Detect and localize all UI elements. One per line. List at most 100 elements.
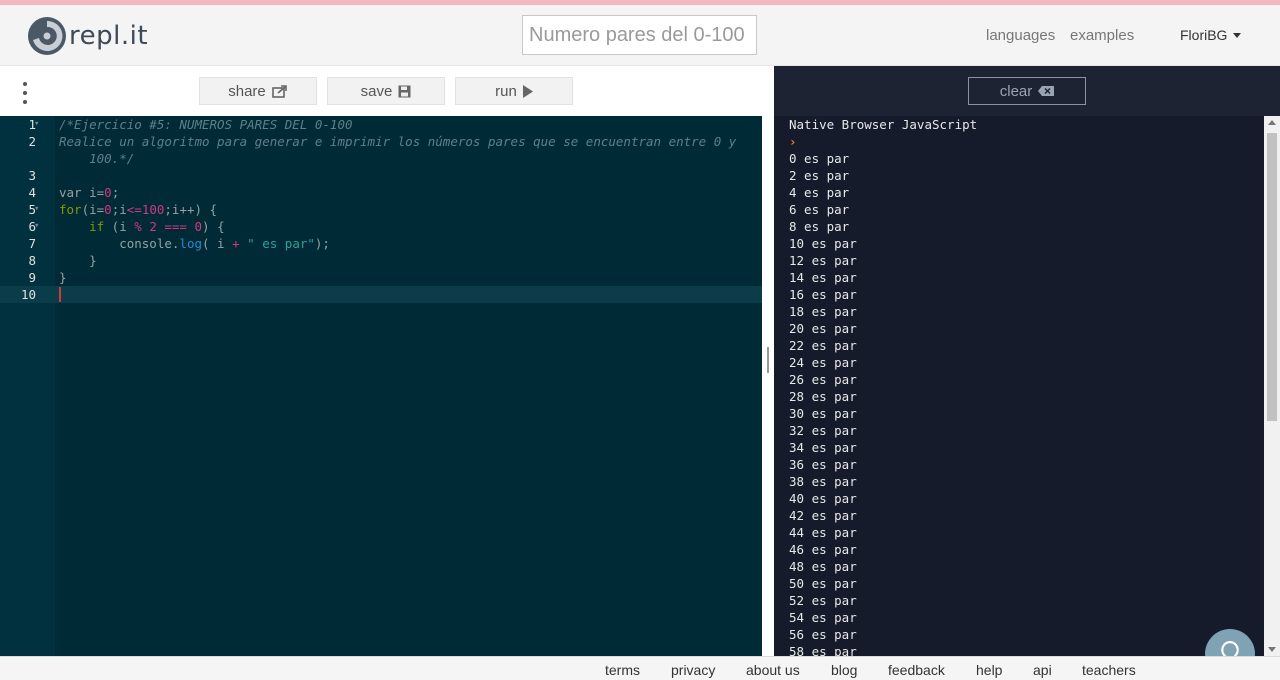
code-line-wrap: 100.*/	[0, 150, 762, 167]
logo-text: repl.it	[69, 21, 149, 51]
repl-title-input[interactable]	[522, 15, 757, 55]
line-number: 3	[28, 168, 36, 183]
console-output-line: 20 es par	[789, 321, 857, 336]
code-line: 3	[0, 167, 762, 184]
code-text: }	[59, 253, 97, 268]
line-number: 10	[20, 287, 36, 302]
console-output-line: 0 es par	[789, 151, 850, 166]
console-scrollbar[interactable]	[1264, 116, 1280, 656]
console-output-line: 24 es par	[789, 355, 857, 370]
scroll-thumb[interactable]	[1267, 133, 1277, 421]
console-output-line: 2 es par	[789, 168, 850, 183]
run-label: run	[495, 82, 517, 100]
nav-examples-link[interactable]: examples	[1070, 27, 1134, 44]
code-line: 7 console.log( i + " es par");	[0, 235, 762, 252]
console-output-line: 46 es par	[789, 542, 857, 557]
pane-resize-handle[interactable]	[762, 66, 774, 656]
save-button[interactable]: save	[327, 77, 445, 105]
code-text: }	[59, 270, 67, 285]
scroll-up-arrow-icon[interactable]	[1268, 120, 1276, 125]
clear-label: clear	[999, 82, 1033, 100]
console-output-line: 48 es par	[789, 559, 857, 574]
run-button[interactable]: run	[455, 77, 573, 105]
backspace-icon	[1038, 86, 1055, 96]
share-icon	[271, 85, 287, 98]
chevron-down-icon	[1233, 32, 1242, 38]
user-menu[interactable]: FloriBG	[1180, 27, 1242, 43]
console-output-line: 50 es par	[789, 576, 857, 591]
footer-terms-link[interactable]: terms	[605, 662, 640, 678]
line-number: 5	[28, 202, 36, 217]
code-text: var i=0;	[59, 185, 120, 200]
header: repl.it languages examples FloriBG	[0, 5, 1280, 66]
console-output-line: 14 es par	[789, 270, 857, 285]
code-line: 6 ▾ if (i % 2 === 0) {	[0, 218, 762, 235]
line-number: 2	[28, 134, 36, 149]
console-output-line: 58 es par	[789, 644, 857, 656]
share-button[interactable]: share	[199, 77, 317, 105]
console-prompt-icon: ›	[789, 134, 797, 149]
console-output[interactable]: Native Browser JavaScript › 0 es par 2 es…	[774, 116, 1280, 656]
footer-about-link[interactable]: about us	[746, 662, 800, 678]
footer: terms privacy about us blog feedback hel…	[0, 656, 1280, 680]
footer-teachers-link[interactable]: teachers	[1082, 662, 1136, 678]
logo[interactable]: repl.it	[27, 15, 148, 57]
console-output-line: 54 es par	[789, 610, 857, 625]
floppy-disk-icon	[398, 85, 411, 97]
code-line: 1 ▾ /*Ejercicio #5: NUMEROS PARES DEL 0-…	[0, 116, 762, 133]
console-output-line: 36 es par	[789, 457, 857, 472]
clear-button[interactable]: clear	[968, 77, 1086, 105]
share-label: share	[228, 82, 266, 100]
footer-privacy-link[interactable]: privacy	[671, 662, 715, 678]
code-line: 5 ▾ for(i=0;i<=100;i++) {	[0, 201, 762, 218]
save-label: save	[360, 82, 393, 100]
line-number: 4	[28, 185, 36, 200]
console-output-line: 34 es par	[789, 440, 857, 455]
console-output-line: 44 es par	[789, 525, 857, 540]
play-icon	[522, 84, 533, 98]
console-output-line: 38 es par	[789, 474, 857, 489]
code-text: for(i=0;i<=100;i++) {	[59, 202, 218, 217]
text-cursor	[59, 287, 61, 302]
footer-help-link[interactable]: help	[976, 662, 1002, 678]
nav-languages-link[interactable]: languages	[986, 27, 1055, 44]
console-output-line: 12 es par	[789, 253, 857, 268]
console-output-line: 16 es par	[789, 287, 857, 302]
code-text: if (i % 2 === 0) {	[59, 219, 225, 234]
footer-feedback-link[interactable]: feedback	[888, 662, 945, 678]
code-text: /*Ejercicio #5: NUMEROS PARES DEL 0-100	[59, 117, 353, 132]
more-options-icon[interactable]	[18, 80, 32, 104]
console-output-line: 22 es par	[789, 338, 857, 353]
fold-arrow-icon[interactable]: ▾	[34, 116, 39, 133]
code-line: 8 }	[0, 252, 762, 269]
resize-grip-icon	[767, 347, 769, 373]
footer-blog-link[interactable]: blog	[831, 662, 857, 678]
console-output-line: 26 es par	[789, 372, 857, 387]
console-output-line: 18 es par	[789, 304, 857, 319]
active-code-line: 10	[0, 286, 762, 303]
console-pane: clear Native Browser JavaScript › 0 es p…	[774, 66, 1280, 656]
console-output-line: 6 es par	[789, 202, 850, 217]
fold-arrow-icon[interactable]: ▾	[34, 218, 39, 235]
console-output-line: 40 es par	[789, 491, 857, 506]
user-name: FloriBG	[1180, 27, 1228, 43]
code-text: console.log( i + " es par");	[59, 236, 330, 251]
fold-arrow-icon[interactable]: ▾	[34, 201, 39, 218]
code-line: 4 var i=0;	[0, 184, 762, 201]
code-line: 9 }	[0, 269, 762, 286]
console-output-line: 28 es par	[789, 389, 857, 404]
console-output-line: 10 es par	[789, 236, 857, 251]
line-number: 1	[28, 117, 36, 132]
code-text: 100.*/	[59, 151, 135, 166]
console-output-line: 32 es par	[789, 423, 857, 438]
scroll-down-arrow-icon[interactable]	[1268, 647, 1276, 652]
code-editor[interactable]: 1 ▾ /*Ejercicio #5: NUMEROS PARES DEL 0-…	[0, 116, 762, 656]
footer-api-link[interactable]: api	[1033, 662, 1052, 678]
console-output-line: 30 es par	[789, 406, 857, 421]
editor-pane: share save run 1 ▾ /*Ejercicio #5: NUMER…	[0, 66, 762, 656]
console-output-line: 56 es par	[789, 627, 857, 642]
console-output-line: 8 es par	[789, 219, 850, 234]
code-text: Realice un algoritmo para generar e impr…	[59, 134, 737, 149]
editor-toolbar: share save run	[0, 66, 762, 116]
code-line: 2 Realice un algoritmo para generar e im…	[0, 133, 762, 150]
